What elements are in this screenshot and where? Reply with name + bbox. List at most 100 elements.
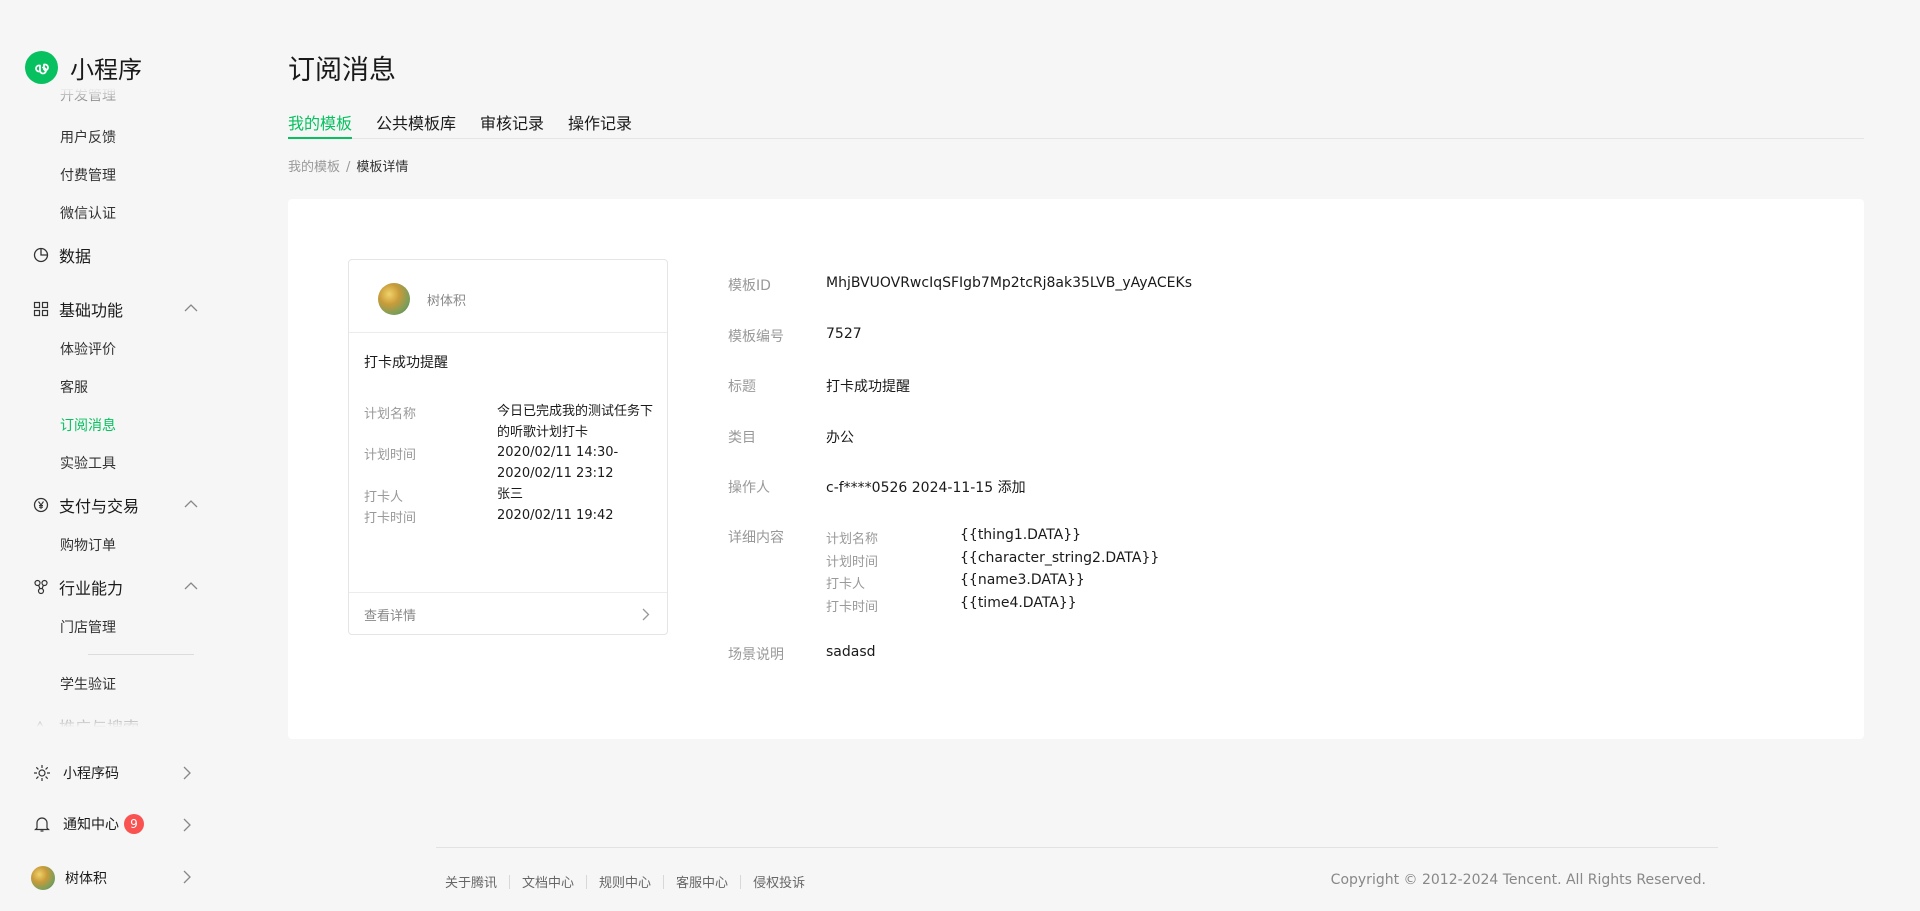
promotion-icon [34,720,46,730]
sidebar-user[interactable]: 树体积 [31,866,107,890]
chevron-right-icon[interactable] [183,766,192,780]
preview-header: 树体积 [349,260,667,333]
sidebar-user-name: 树体积 [65,871,107,887]
preview-key: 计划名称 [364,407,417,422]
preview-avatar [378,283,410,315]
chevron-right-icon[interactable] [183,870,192,884]
user-avatar [31,866,55,890]
chevron-up-icon[interactable] [184,303,198,312]
preview-value: 今日已完成我的测试任务下的听歌计划打卡 [497,404,654,440]
nav-item-subscribe-message[interactable]: 订阅消息 [60,415,116,435]
detail-operator: c-f****0526 2024-11-15 添加 [826,480,1026,496]
preview-value: 2020/02/11 19:42 [497,508,614,523]
sidebar-notice-center[interactable]: 通知中心 9 [33,814,144,834]
content-value: {{time4.DATA}} [960,595,1077,611]
sidebar-nav[interactable]: 开发管理 用户反馈 付费管理 微信认证 数据 基础功能 体验评价 客服 订阅消息… [0,88,210,730]
detail-template-number: 7527 [826,326,862,342]
preview-key: 打卡人 [364,490,404,505]
footer-link-service[interactable]: 客服中心 [676,872,728,891]
nav-item-wechat-auth[interactable]: 微信认证 [60,203,116,223]
footer-links: 关于腾讯 文档中心 规则中心 客服中心 侵权投诉 [445,872,805,891]
pie-chart-icon [33,247,49,263]
chevron-up-icon[interactable] [184,499,198,508]
content-key: 计划名称 [826,532,879,547]
sidebar: 小程序 开发管理 用户反馈 付费管理 微信认证 数据 基础功能 体验评价 客服 … [0,0,210,911]
nav-group-data-label: 数据 [59,247,92,266]
nav-item-payment-manage[interactable]: 付费管理 [60,165,116,185]
nav-group-basic-label: 基础功能 [59,301,124,320]
footer-link-complaint[interactable]: 侵权投诉 [753,872,805,891]
template-preview: 树体积 打卡成功提醒 计划名称 今日已完成我的测试任务下的听歌计划打卡 计划时间… [348,259,668,635]
footer-link-rules[interactable]: 规则中心 [599,872,651,891]
miniprogram-logo-icon [25,51,58,84]
preview-view-detail[interactable]: 查看详情 [349,592,667,635]
footer-separator [586,874,588,889]
nav-item-dev-manage[interactable]: 开发管理 [60,88,116,105]
sidebar-qrcode[interactable]: 小程序码 [33,763,119,783]
chevron-right-icon[interactable] [183,818,192,832]
preview-view-detail-label: 查看详情 [364,609,417,624]
preview-title: 打卡成功提醒 [364,355,448,371]
nav-item-experience[interactable]: 体验评价 [60,339,116,359]
footer-separator [663,874,665,889]
nav-group-industry[interactable]: 行业能力 [33,575,123,599]
tab-my-templates[interactable]: 我的模板 [288,110,353,139]
detail-label-category: 类目 [728,430,756,446]
breadcrumb: 我的模板 / 模板详情 [288,156,408,175]
detail-label-operator: 操作人 [728,480,770,496]
detail-template-id: MhjBVUOVRwcIqSFIgb7Mp2tcRj8ak35LVB_yAyAC… [826,275,1192,291]
chevron-up-icon[interactable] [184,581,198,590]
grid-icon [33,301,49,317]
footer-separator [509,874,511,889]
notice-count-badge: 9 [124,814,144,834]
detail-label-content: 详细内容 [728,530,784,546]
content-key: 打卡时间 [826,600,879,615]
tab-operation-records[interactable]: 操作记录 [568,110,632,138]
industry-icon [34,579,48,595]
preview-account-name: 树体积 [427,294,467,309]
tab-public-library[interactable]: 公共模板库 [376,110,456,138]
nav-group-basic[interactable]: 基础功能 [33,297,123,321]
detail-label-number: 模板编号 [728,329,784,345]
sidebar-qrcode-label: 小程序码 [63,766,119,782]
footer-link-docs[interactable]: 文档中心 [522,872,574,891]
tab-bar: 我的模板 公共模板库 审核记录 操作记录 [288,108,1864,139]
content-value: {{name3.DATA}} [960,572,1085,588]
nav-group-payment-label: 支付与交易 [59,497,140,516]
footer-link-about[interactable]: 关于腾讯 [445,872,497,891]
breadcrumb-current: 模板详情 [356,160,409,175]
detail-title: 打卡成功提醒 [826,379,910,395]
nav-item-student-verify[interactable]: 学生验证 [60,674,116,694]
detail-scene: sadasd [826,644,876,660]
detail-label-scene: 场景说明 [728,647,784,663]
nav-item-feedback[interactable]: 用户反馈 [60,127,116,147]
copyright: Copyright © 2012-2024 Tencent. All Right… [1330,872,1706,888]
detail-label-id: 模板ID [728,278,771,294]
preview-key: 计划时间 [364,448,417,463]
footer-divider [436,847,1718,848]
app-logo[interactable]: 小程序 [25,50,142,85]
nav-group-promotion[interactable]: 推广与搜索 [33,714,139,730]
bell-icon [34,817,50,832]
nav-group-payment[interactable]: 支付与交易 [33,493,139,517]
yen-circle-icon [33,497,49,513]
nav-item-store-manage[interactable]: 门店管理 [60,617,116,637]
nav-divider [88,654,194,655]
content-key: 打卡人 [826,577,866,592]
nav-item-customer-service[interactable]: 客服 [60,377,88,397]
breadcrumb-parent[interactable]: 我的模板 [288,160,340,175]
nav-item-orders[interactable]: 购物订单 [60,535,116,555]
nav-item-lab-tools[interactable]: 实验工具 [60,453,116,473]
detail-category: 办公 [826,430,854,446]
nav-group-data[interactable]: 数据 [33,243,91,267]
content-value: {{thing1.DATA}} [960,527,1082,543]
preview-key: 打卡时间 [364,511,417,526]
page-title: 订阅消息 [288,55,396,86]
preview-value: 张三 [497,487,524,502]
tab-review-records[interactable]: 审核记录 [480,110,544,138]
nav-group-industry-label: 行业能力 [59,579,124,598]
preview-value: 2020/02/11 14:30-2020/02/11 23:12 [497,445,619,481]
chevron-right-icon [642,608,650,621]
content-value: {{character_string2.DATA}} [960,550,1160,566]
nav-group-promotion-label: 推广与搜索 [59,718,140,730]
